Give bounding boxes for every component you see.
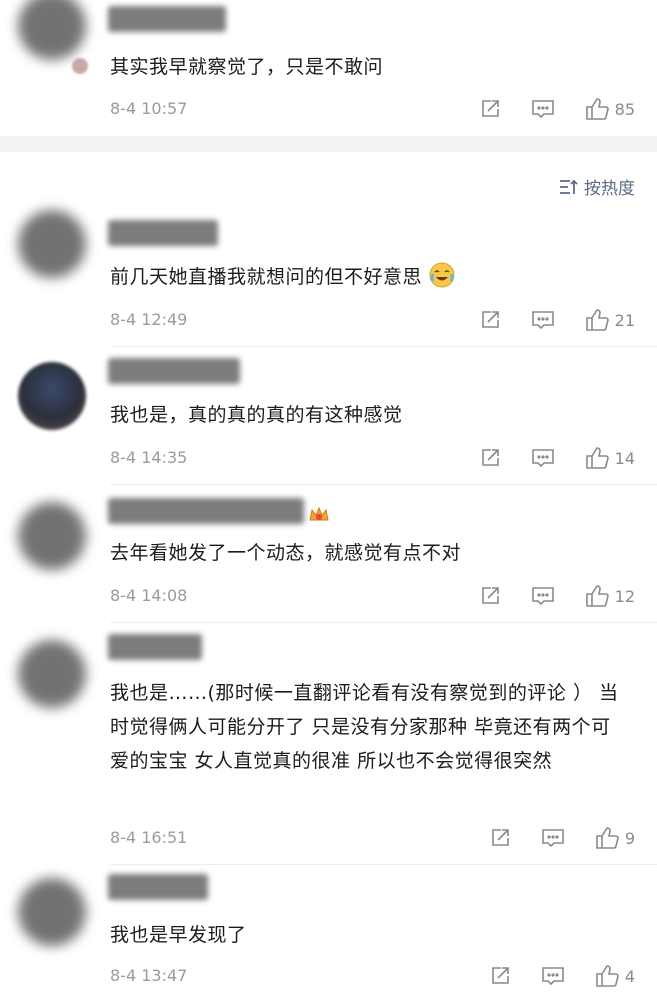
avatar[interactable]	[18, 0, 86, 60]
divider	[110, 622, 657, 623]
laugh-cry-emoji-icon	[429, 262, 455, 288]
comment-text: 我也是早发现了	[110, 924, 247, 946]
comment-text: 其实我早就察觉了，只是不敢问	[110, 56, 384, 78]
comment-time: 8-4 10:57	[110, 99, 188, 118]
username[interactable]	[108, 220, 218, 246]
divider	[110, 864, 657, 865]
comment-time: 8-4 16:51	[110, 828, 188, 847]
comment-text: 我也是……(那时候一直翻评论看有没有察觉到的评论 ） 当时觉得俩人可能分开了 只…	[110, 682, 619, 772]
avatar[interactable]	[18, 878, 86, 946]
like-count: 9	[624, 828, 635, 848]
avatar[interactable]	[18, 502, 86, 570]
reply-icon[interactable]	[531, 447, 555, 469]
reply-icon[interactable]	[531, 585, 555, 607]
like-count: 14	[614, 448, 635, 468]
comment-time: 8-4 14:35	[110, 448, 188, 467]
username[interactable]	[108, 6, 226, 32]
share-icon[interactable]	[479, 447, 501, 469]
like-button[interactable]: 12	[585, 584, 635, 608]
sort-icon	[560, 179, 578, 194]
like-count: 85	[614, 99, 635, 119]
share-icon[interactable]	[479, 98, 501, 120]
avatar-badge-icon	[72, 58, 88, 74]
comment-text: 我也是，真的真的真的有这种感觉	[110, 404, 403, 426]
username[interactable]	[108, 634, 202, 660]
reply-icon[interactable]	[531, 309, 555, 331]
like-button[interactable]: 85	[585, 97, 635, 121]
like-count: 12	[614, 586, 635, 606]
sort-toggle[interactable]: 按热度	[558, 174, 635, 199]
thumbs-up-icon	[585, 98, 609, 120]
like-count: 21	[614, 310, 635, 330]
sort-label: 按热度	[584, 179, 635, 199]
reply-icon[interactable]	[541, 965, 565, 987]
username[interactable]	[108, 874, 208, 900]
thumbs-up-icon	[596, 965, 619, 987]
username[interactable]	[108, 358, 240, 384]
comment-text-content: 前几天她直播我就想问的但不好意思	[110, 266, 423, 288]
share-icon[interactable]	[479, 309, 501, 331]
like-button[interactable]: 4	[595, 964, 635, 988]
divider	[110, 346, 657, 347]
comment-time: 8-4 14:08	[110, 586, 188, 605]
reply-icon[interactable]	[541, 827, 565, 849]
share-icon[interactable]	[489, 965, 511, 987]
username[interactable]	[108, 498, 304, 524]
crown-badge-icon	[308, 504, 330, 531]
thumbs-up-icon	[585, 447, 609, 469]
avatar[interactable]	[18, 210, 86, 278]
comment-time: 8-4 12:49	[110, 310, 188, 329]
avatar[interactable]	[18, 640, 86, 708]
share-icon[interactable]	[489, 827, 511, 849]
reply-icon[interactable]	[531, 98, 555, 120]
comment-text: 去年看她发了一个动态，就感觉有点不对	[110, 542, 462, 564]
like-count: 4	[624, 966, 635, 986]
like-button[interactable]: 14	[585, 446, 635, 470]
comment-text: 前几天她直播我就想问的但不好意思	[110, 262, 627, 292]
comment-time: 8-4 13:47	[110, 966, 188, 985]
like-button[interactable]: 21	[585, 308, 635, 332]
like-button[interactable]: 9	[595, 826, 635, 850]
share-icon[interactable]	[479, 585, 501, 607]
thumbs-up-icon	[585, 309, 609, 331]
thumbs-up-icon	[585, 585, 609, 607]
avatar[interactable]	[18, 362, 86, 430]
section-divider	[0, 136, 657, 152]
thumbs-up-icon	[596, 827, 619, 849]
divider	[110, 484, 657, 485]
